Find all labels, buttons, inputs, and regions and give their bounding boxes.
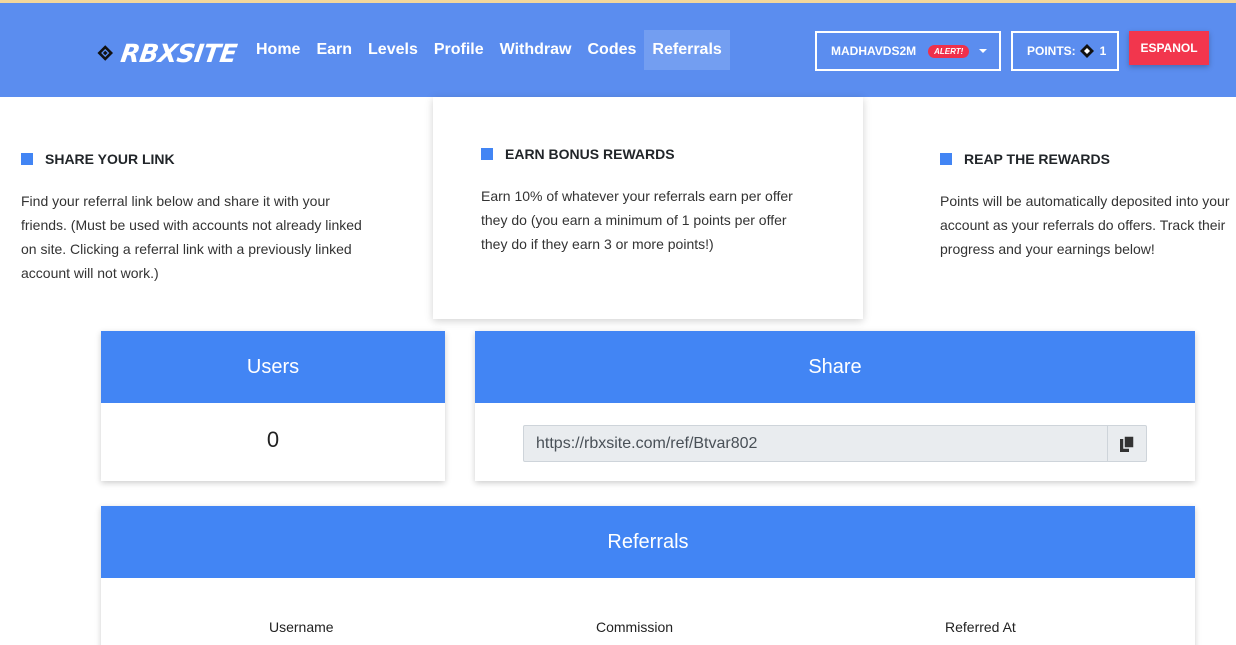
users-card: Users 0 [101,331,445,481]
share-card-title: Share [475,331,1195,403]
nav-link-withdraw[interactable]: Withdraw [492,30,580,70]
navbar: RBXSITE Home Earn Levels Profile Withdra… [0,3,1236,97]
info-reap-heading: REAP THE REWARDS [964,151,1110,167]
info-share-heading: SHARE YOUR LINK [45,151,175,167]
referrals-card: Referrals Username Commission Referred A… [101,506,1195,645]
brand-logo[interactable]: RBXSITE [97,34,240,72]
info-bonus-heading: EARN BONUS REWARDS [505,146,675,162]
nav-link-codes[interactable]: Codes [580,30,645,70]
espanol-language-button[interactable]: ESPANOL [1129,31,1209,65]
info-share-title: SHARE YOUR LINK [21,151,366,167]
info-reap-rewards: REAP THE REWARDS Points will be automati… [940,151,1236,261]
info-reap-title: REAP THE REWARDS [940,151,1236,167]
alert-badge: ALERT! [928,44,970,58]
nav-link-levels[interactable]: Levels [360,30,426,70]
info-share-text: Find your referral link below and share … [21,193,362,281]
nav-links: Home Earn Levels Profile Withdraw Codes … [248,30,730,70]
referrals-card-title: Referrals [101,506,1195,578]
nav-link-home[interactable]: Home [248,30,308,70]
column-referred-at: Referred At [945,619,1016,635]
square-bullet-icon [21,153,33,165]
users-card-title: Users [101,331,445,403]
brand-name: RBXSITE [119,38,240,68]
username-label: MADHAVDS2M [831,44,917,58]
nav-link-referrals[interactable]: Referrals [644,30,730,70]
square-bullet-icon [481,148,493,160]
info-bonus-rewards: EARN BONUS REWARDS Earn 10% of whatever … [481,146,811,256]
chevron-down-icon [979,49,988,53]
info-share-link: SHARE YOUR LINK Find your referral link … [21,151,366,285]
user-dropdown-button[interactable]: MADHAVDS2M ALERT! [815,31,1001,71]
column-commission: Commission [596,619,674,635]
points-value: 1 [1099,44,1107,58]
points-label: POINTS: [1027,44,1076,58]
diamond-logo-icon [97,45,114,61]
share-card: Share https://rbxsite.com/ref/Btvar802 [475,331,1195,481]
info-bonus-title: EARN BONUS REWARDS [481,146,811,162]
info-bonus-text: Earn 10% of whatever your referrals earn… [481,188,793,252]
copy-link-button[interactable] [1107,426,1146,461]
points-button[interactable]: POINTS: 1 [1011,31,1119,71]
square-bullet-icon [940,153,952,165]
users-count: 0 [266,427,280,452]
nav-link-earn[interactable]: Earn [308,30,360,70]
nav-link-profile[interactable]: Profile [426,30,492,70]
column-username: Username [269,619,334,635]
diamond-points-icon [1079,44,1094,58]
info-reap-text: Points will be automatically deposited i… [940,193,1230,257]
referral-link-field[interactable]: https://rbxsite.com/ref/Btvar802 [523,425,1147,462]
referral-link-url[interactable]: https://rbxsite.com/ref/Btvar802 [524,435,1107,453]
copy-icon [1120,435,1134,452]
